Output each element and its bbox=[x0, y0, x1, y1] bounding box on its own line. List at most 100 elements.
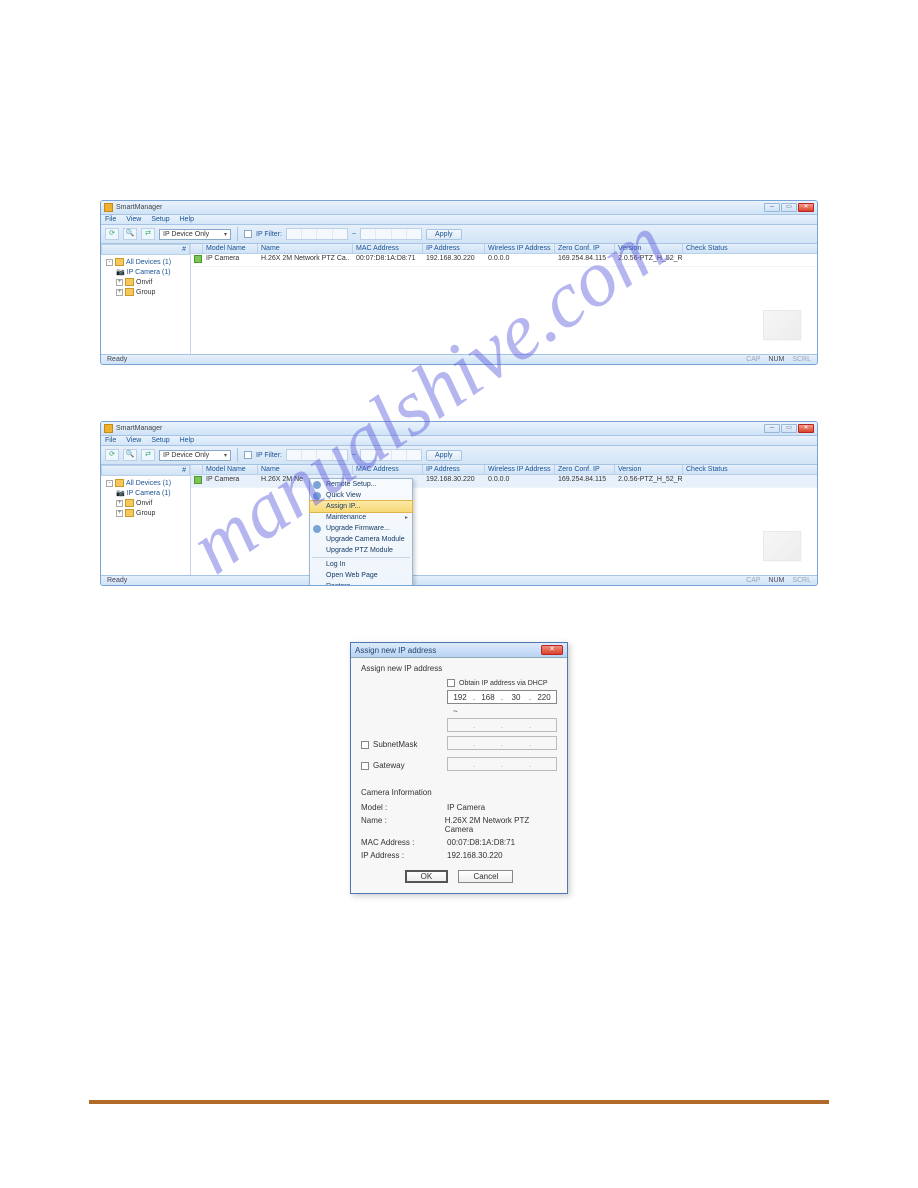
col-version[interactable]: Version bbox=[615, 244, 683, 253]
info-model-value: IP Camera bbox=[447, 803, 485, 812]
tree-header: # bbox=[101, 465, 190, 476]
ip-filter-from[interactable] bbox=[286, 228, 348, 240]
ctx-maintenance[interactable]: Maintenance▸ bbox=[310, 512, 412, 523]
col-zeroconf-ip[interactable]: Zero Conf. IP bbox=[555, 465, 615, 474]
tree-group[interactable]: +Group bbox=[104, 508, 187, 518]
ip-filter-tilde: ~ bbox=[352, 452, 356, 459]
minimize-button[interactable]: ─ bbox=[764, 424, 780, 433]
ip-octet-1[interactable]: 192 bbox=[448, 693, 472, 702]
maximize-button[interactable]: ▭ bbox=[781, 203, 797, 212]
menu-file[interactable]: File bbox=[105, 437, 116, 444]
col-icon[interactable] bbox=[191, 465, 203, 474]
ctx-login[interactable]: Log In bbox=[310, 559, 412, 570]
expand-icon[interactable]: + bbox=[116, 500, 123, 507]
col-icon[interactable] bbox=[191, 244, 203, 253]
col-wireless-ip[interactable]: Wireless IP Address bbox=[485, 244, 555, 253]
ip-filter-checkbox[interactable] bbox=[244, 230, 252, 238]
menu-view[interactable]: View bbox=[126, 216, 141, 223]
close-button[interactable]: ✕ bbox=[798, 203, 814, 212]
ip-octet-2[interactable]: 168 bbox=[476, 693, 500, 702]
table-row[interactable]: IP Camera H.26X 2M Ne 192.168.30.220 0.0… bbox=[191, 475, 817, 488]
menu-file[interactable]: File bbox=[105, 216, 116, 223]
ctx-remote-setup[interactable]: Remote Setup... bbox=[310, 479, 412, 490]
tree-all-devices[interactable]: -All Devices (1) bbox=[104, 478, 187, 488]
ip-filter-to[interactable] bbox=[360, 228, 422, 240]
menu-bullet-icon bbox=[313, 492, 321, 500]
close-button[interactable]: ✕ bbox=[798, 424, 814, 433]
toolbar-refresh-icon[interactable]: ⟳ bbox=[105, 449, 119, 461]
menu-setup[interactable]: Setup bbox=[151, 437, 169, 444]
toolbar-refresh-icon[interactable]: ⟳ bbox=[105, 228, 119, 240]
tree-ip-camera[interactable]: 📷IP Camera (1) bbox=[104, 488, 187, 498]
col-check-status[interactable]: Check Status bbox=[683, 244, 817, 253]
titlebar[interactable]: SmartManager ─ ▭ ✕ bbox=[101, 422, 817, 436]
dhcp-checkbox[interactable] bbox=[447, 679, 455, 687]
titlebar[interactable]: SmartManager ─ ▭ ✕ bbox=[101, 201, 817, 215]
menu-view[interactable]: View bbox=[126, 437, 141, 444]
col-zeroconf-ip[interactable]: Zero Conf. IP bbox=[555, 244, 615, 253]
ctx-upgrade-camera[interactable]: Upgrade Camera Module bbox=[310, 534, 412, 545]
toolbar: ⟳ 🔍 ⇄ IP Device Only IP Filter: ~ Apply bbox=[101, 225, 817, 244]
dialog-titlebar[interactable]: Assign new IP address ✕ bbox=[351, 643, 567, 658]
menu-setup[interactable]: Setup bbox=[151, 216, 169, 223]
device-filter-select[interactable]: IP Device Only bbox=[159, 229, 231, 240]
apply-button[interactable]: Apply bbox=[426, 229, 462, 240]
toolbar-search-icon[interactable]: 🔍 bbox=[123, 449, 137, 461]
col-model[interactable]: Model Name bbox=[203, 465, 258, 474]
status-scrl: SCRL bbox=[792, 356, 811, 363]
cancel-button[interactable]: Cancel bbox=[458, 870, 513, 883]
info-name-value: H.26X 2M Network PTZ Camera bbox=[445, 816, 557, 834]
tree-all-devices[interactable]: -All Devices (1) bbox=[104, 257, 187, 267]
device-grid: Model Name Name MAC Address IP Address W… bbox=[191, 244, 817, 354]
ctx-upgrade-ptz[interactable]: Upgrade PTZ Module bbox=[310, 545, 412, 556]
row-ip: 192.168.30.220 bbox=[423, 254, 485, 266]
col-version[interactable]: Version bbox=[615, 465, 683, 474]
ctx-restore[interactable]: Restore bbox=[310, 581, 412, 586]
expand-icon[interactable]: + bbox=[116, 510, 123, 517]
row-model: IP Camera bbox=[203, 475, 258, 487]
table-row[interactable]: IP Camera H.26X 2M Network PTZ Ca.. 00:0… bbox=[191, 254, 817, 267]
ok-button[interactable]: OK bbox=[405, 870, 449, 883]
col-name[interactable]: Name bbox=[258, 244, 353, 253]
apply-button[interactable]: Apply bbox=[426, 450, 462, 461]
subnet-label: SubnetMask bbox=[373, 740, 417, 749]
dialog-close-button[interactable]: ✕ bbox=[541, 645, 563, 655]
ctx-upgrade-firmware[interactable]: Upgrade Firmware... bbox=[310, 523, 412, 534]
col-model[interactable]: Model Name bbox=[203, 244, 258, 253]
page-footer-rule bbox=[89, 1100, 829, 1104]
col-name[interactable]: Name bbox=[258, 465, 353, 474]
ip-filter-from[interactable] bbox=[286, 449, 348, 461]
collapse-icon[interactable]: - bbox=[106, 480, 113, 487]
collapse-icon[interactable]: - bbox=[106, 259, 113, 266]
device-filter-select[interactable]: IP Device Only bbox=[159, 450, 231, 461]
toolbar-network-icon[interactable]: ⇄ bbox=[141, 449, 155, 461]
col-check-status[interactable]: Check Status bbox=[683, 465, 817, 474]
col-ip[interactable]: IP Address bbox=[423, 465, 485, 474]
subnet-checkbox[interactable] bbox=[361, 741, 369, 749]
menu-help[interactable]: Help bbox=[180, 216, 194, 223]
tree-onvif[interactable]: +Onvif bbox=[104, 498, 187, 508]
ip-octet-4[interactable]: 220 bbox=[532, 693, 556, 702]
tree-onvif[interactable]: +Onvif bbox=[104, 277, 187, 287]
maximize-button[interactable]: ▭ bbox=[781, 424, 797, 433]
tree-group[interactable]: +Group bbox=[104, 287, 187, 297]
app-icon bbox=[104, 203, 113, 212]
col-mac[interactable]: MAC Address bbox=[353, 244, 423, 253]
ctx-open-web[interactable]: Open Web Page bbox=[310, 570, 412, 581]
col-ip[interactable]: IP Address bbox=[423, 244, 485, 253]
gateway-checkbox[interactable] bbox=[361, 762, 369, 770]
ip-filter-to[interactable] bbox=[360, 449, 422, 461]
ip-from-input[interactable]: 192. 168. 30. 220 bbox=[447, 690, 557, 704]
toolbar-search-icon[interactable]: 🔍 bbox=[123, 228, 137, 240]
minimize-button[interactable]: ─ bbox=[764, 203, 780, 212]
ip-filter-checkbox[interactable] bbox=[244, 451, 252, 459]
expand-icon[interactable]: + bbox=[116, 289, 123, 296]
ip-octet-3[interactable]: 30 bbox=[504, 693, 528, 702]
toolbar-network-icon[interactable]: ⇄ bbox=[141, 228, 155, 240]
menu-help[interactable]: Help bbox=[180, 437, 194, 444]
col-mac[interactable]: MAC Address bbox=[353, 465, 423, 474]
expand-icon[interactable]: + bbox=[116, 279, 123, 286]
col-wireless-ip[interactable]: Wireless IP Address bbox=[485, 465, 555, 474]
camera-icon: 📷 bbox=[116, 268, 125, 276]
tree-ip-camera[interactable]: 📷IP Camera (1) bbox=[104, 267, 187, 277]
